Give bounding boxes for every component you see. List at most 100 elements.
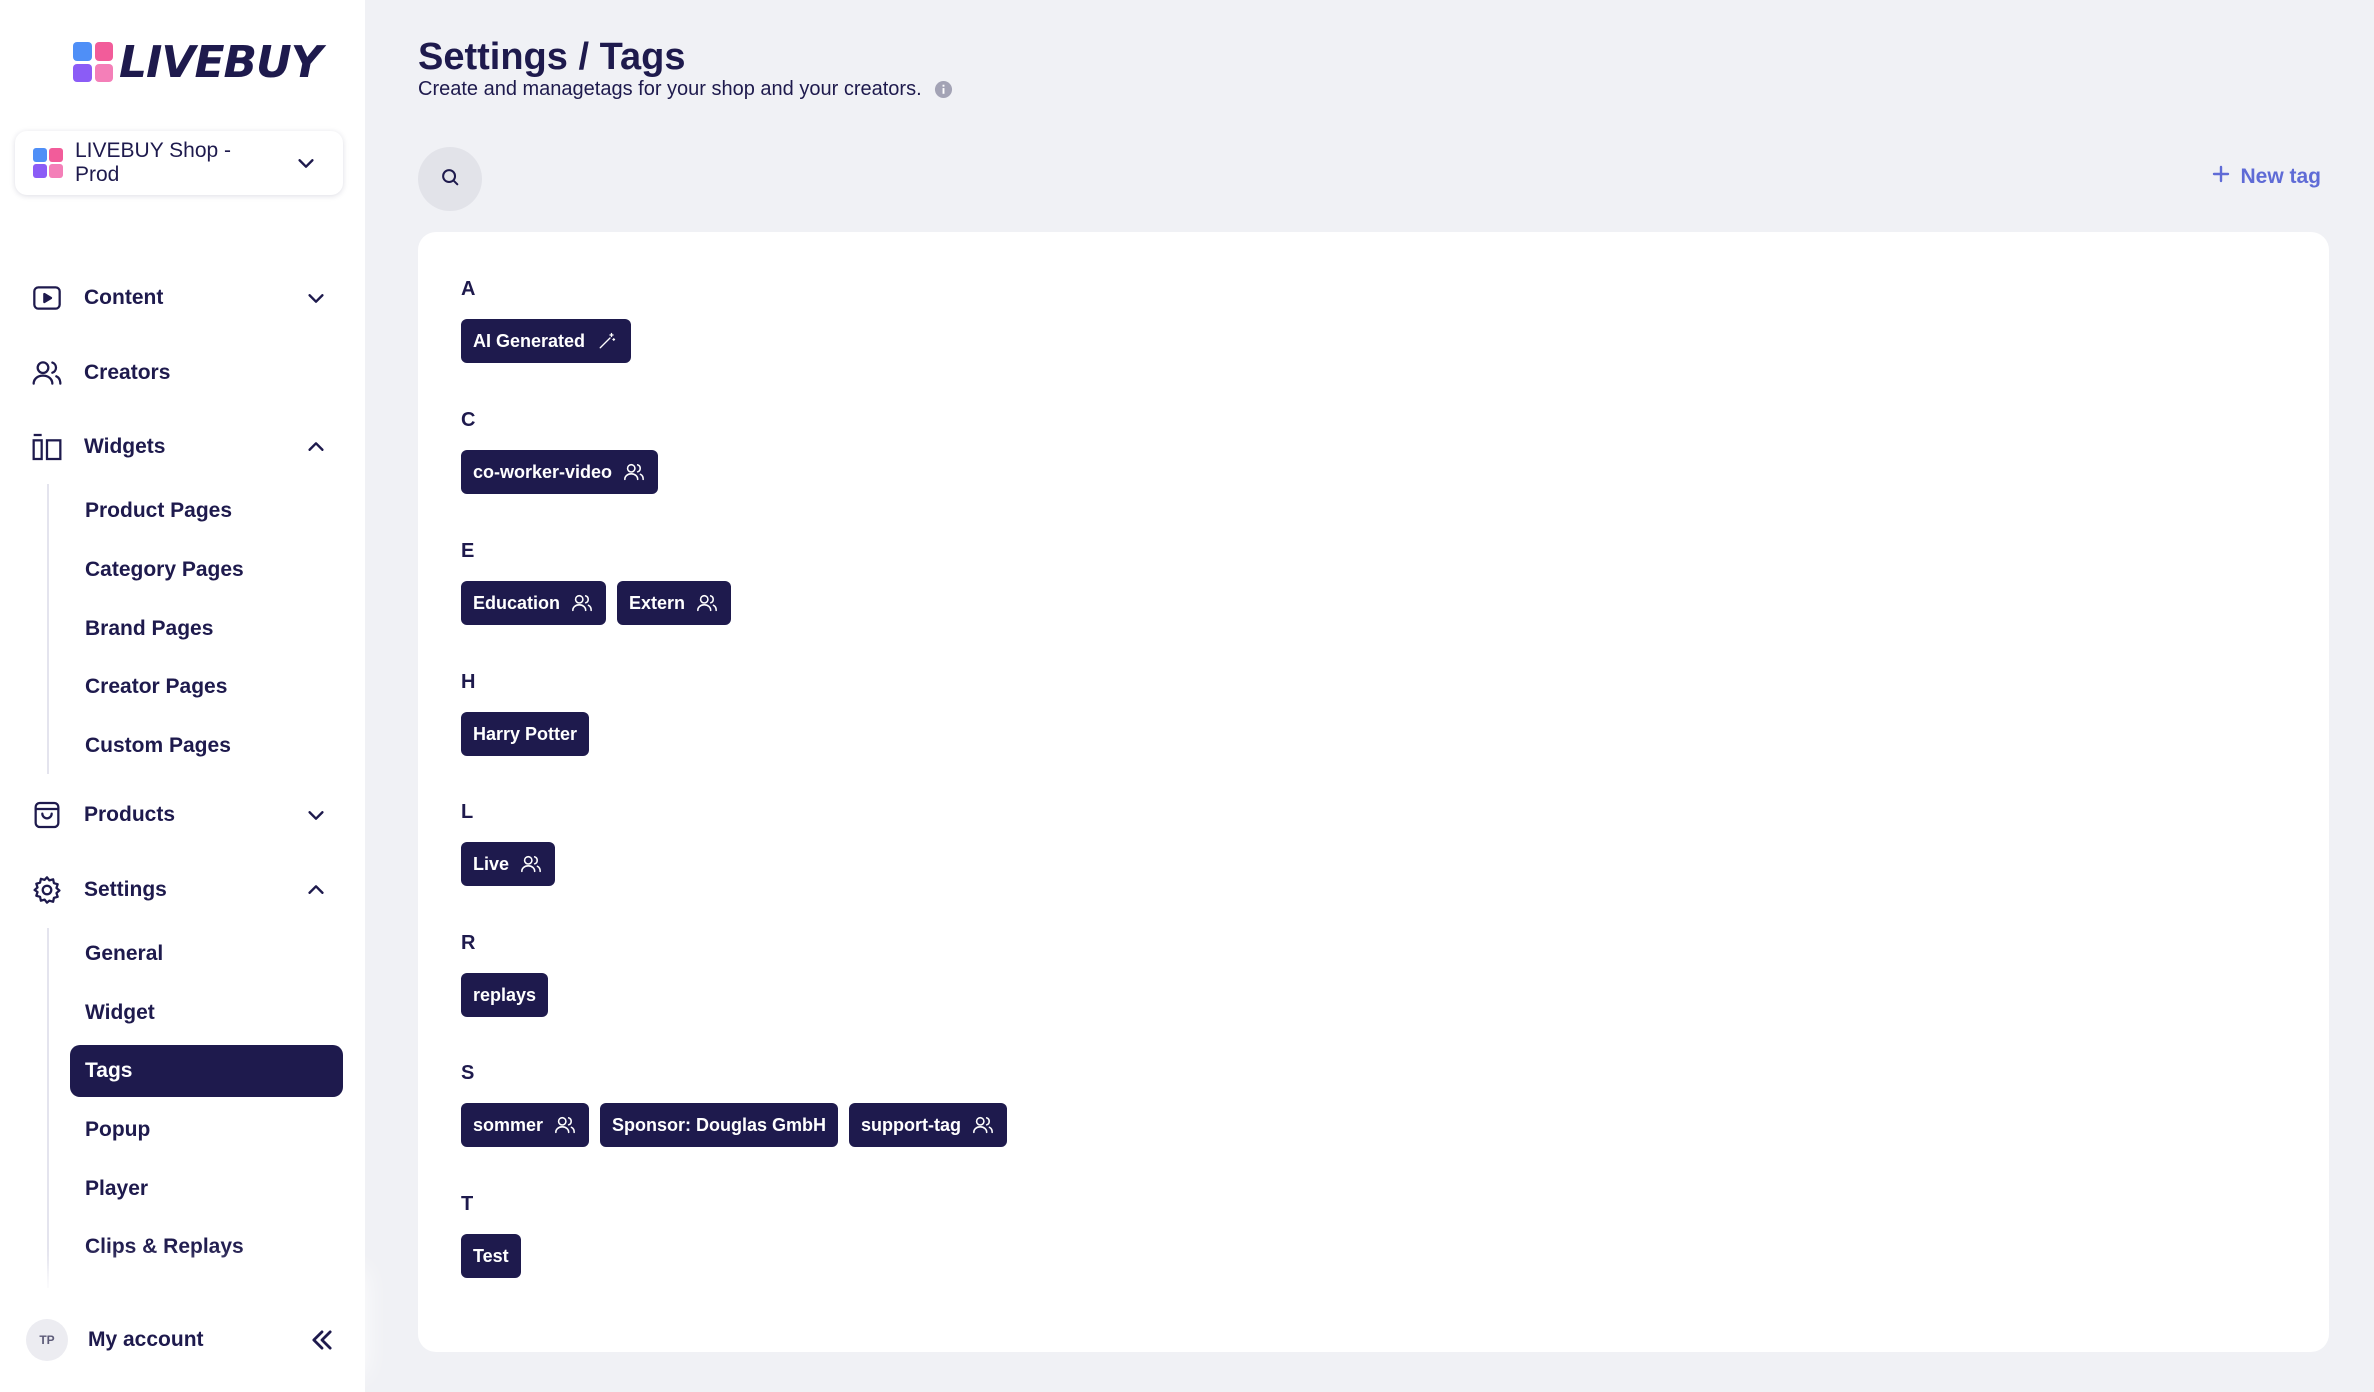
tag-list: sommer Sponsor: Douglas GmbH support-tag [461,1103,1008,1147]
sidebar-item-category-pages[interactable]: Category Pages [70,544,343,596]
tag-list: AI Generated [461,319,632,363]
tag-label: Sponsor: Douglas GmbH [612,1114,827,1135]
tag-list: Education Extern [461,581,732,625]
nav-item-creators[interactable]: Creators [30,351,335,395]
nav-item-content[interactable]: Content [30,276,335,320]
tag-chip[interactable]: Sponsor: Douglas GmbH [600,1103,839,1147]
tag-label: AI Generated [473,330,586,351]
tag-label: Harry Potter [473,723,578,744]
tag-group-r: Rreplays [461,932,549,1017]
new-tag-button[interactable]: New tag [2212,165,2321,189]
tag-chip[interactable]: Harry Potter [461,712,590,756]
tag-label: Extern [629,592,686,613]
nav-item-settings[interactable]: Settings [30,868,335,912]
sidebar-item-tags[interactable]: Tags [70,1045,343,1097]
tag-group-letter: T [461,1193,474,1215]
tag-chip[interactable]: Extern [617,581,732,625]
chevron-down-icon [303,285,329,311]
new-tag-label: New tag [2240,165,2321,188]
tag-list: Live [461,842,556,886]
video-icon [30,281,64,315]
plus-icon [2212,165,2230,189]
tag-label: Test [473,1245,509,1266]
tag-group-s: Ssommer Sponsor: Douglas GmbH support-tag [461,1062,1008,1147]
collapse-sidebar-icon[interactable] [305,1323,339,1357]
tag-chip[interactable]: replays [461,973,549,1017]
chevron-down-icon [293,150,319,176]
tag-group-letter: C [461,409,476,431]
tag-label: replays [473,984,537,1005]
shop-selector-value: LIVEBUY Shop - Prod [75,139,232,186]
tag-label: support-tag [861,1114,962,1135]
tag-group-letter: L [461,801,474,823]
my-account-link[interactable]: My account [88,1328,285,1352]
tag-chip[interactable]: Test [461,1234,521,1278]
tag-label: co-worker-video [473,461,613,482]
widgets-submenu-line [47,484,49,774]
sidebar-item-widget[interactable]: Widget [70,987,343,1039]
shopping-bag-icon [30,798,64,832]
nav-item-widgets[interactable]: Widgets [30,425,335,469]
sidebar-item-brand-pages[interactable]: Brand Pages [70,603,343,655]
info-icon[interactable] [934,80,954,100]
nav-label-settings: Settings [84,878,167,901]
tag-list: Harry Potter [461,712,590,756]
search-button[interactable] [418,147,482,211]
tag-chip[interactable]: AI Generated [461,319,632,363]
sidebar-item-creator-pages[interactable]: Creator Pages [70,661,343,713]
nav-label-content: Content [84,286,164,309]
tag-group-letter: R [461,932,476,954]
avatar[interactable]: TP [26,1319,68,1361]
tag-label: Live [473,853,510,874]
tag-group-letter: A [461,278,476,300]
search-icon [439,166,461,193]
tag-group-t: T Test [461,1193,521,1278]
users-icon [695,591,719,615]
chevron-up-icon [303,434,329,460]
account-footer: TP My account [0,1288,365,1392]
page-description: Create and managetags for your shop and … [418,78,922,100]
shop-selector[interactable]: LIVEBUY Shop - Prod [15,131,343,195]
tag-group-e: E Education Extern [461,540,732,625]
tags-card: A AI Generated Cco-worker-video E Educatio… [418,232,2329,1352]
tag-label: Education [473,592,561,613]
tag-group-letter: S [461,1062,475,1084]
logo-mark-icon [73,42,113,82]
users-icon [971,1113,995,1137]
nav-label-creators: Creators [84,361,171,384]
users-icon [622,460,646,484]
tag-chip[interactable]: support-tag [849,1103,1008,1147]
sidebar-item-general[interactable]: General [70,928,343,980]
users-icon [570,591,594,615]
tag-group-c: Cco-worker-video [461,409,659,494]
sidebar-item-player[interactable]: Player [70,1163,343,1215]
tag-group-letter: E [461,540,475,562]
tag-group-letter: H [461,671,476,693]
users-icon [30,356,64,390]
nav-item-products[interactable]: Products [30,793,335,837]
sidebar: LIVEBUY LIVEBUY Shop - Prod Content Crea… [0,0,365,1392]
tag-chip[interactable]: Education [461,581,607,625]
gear-icon [30,873,64,907]
tag-group-h: H Harry Potter [461,671,590,756]
tag-chip[interactable]: sommer [461,1103,590,1147]
tag-list: replays [461,973,549,1017]
sidebar-item-clips-replays[interactable]: Clips & Replays [70,1221,343,1273]
settings-submenu-line [47,928,49,1290]
tag-group-l: L Live [461,801,556,886]
page-title: Settings / Tags [418,36,686,78]
tag-list: co-worker-video [461,450,659,494]
livebuy-logo[interactable]: LIVEBUY [73,37,323,88]
sidebar-item-popup[interactable]: Popup [70,1104,343,1156]
tag-label: sommer [473,1114,544,1135]
users-icon [519,852,543,876]
sidebar-item-custom-pages[interactable]: Custom Pages [70,720,343,772]
sidebar-item-product-pages[interactable]: Product Pages [70,485,343,537]
tag-chip[interactable]: co-worker-video [461,450,659,494]
tag-group-a: A AI Generated [461,278,632,363]
nav-label-products: Products [84,803,176,826]
chevron-up-icon [303,877,329,903]
page-subtitle: Create and managetags for your shop and … [418,78,954,101]
shop-icon [33,148,63,178]
tag-chip[interactable]: Live [461,842,556,886]
